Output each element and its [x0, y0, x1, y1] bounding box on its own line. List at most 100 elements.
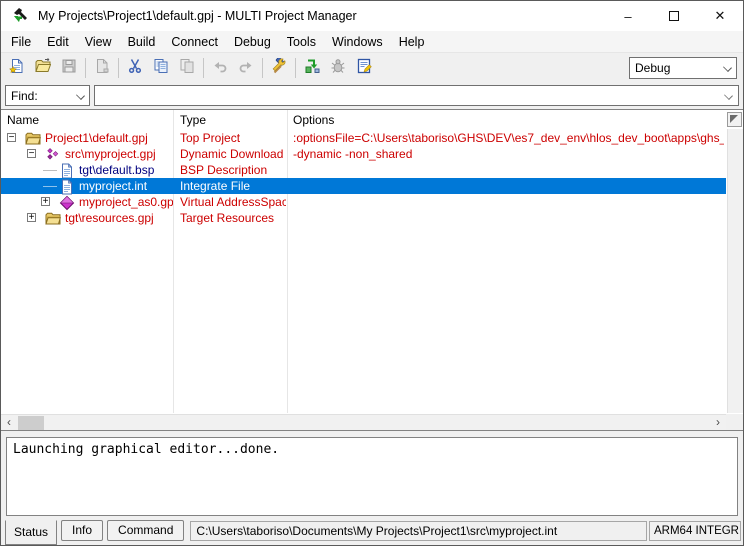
- tree-cell-type: Virtual AddressSpace: [180, 194, 286, 210]
- toolbar-separator: [85, 58, 86, 78]
- collapse-toggle-icon[interactable]: −: [27, 149, 36, 158]
- find-label: Find:: [11, 89, 38, 103]
- cut-button[interactable]: [122, 56, 148, 80]
- tree-cell-name: Project1\default.gpj: [45, 130, 173, 146]
- download-icon: [304, 58, 320, 79]
- tab-status[interactable]: Status: [5, 520, 57, 545]
- app-logo-icon: [10, 6, 30, 26]
- toolbar-separator: [262, 58, 263, 78]
- paste-icon: [179, 58, 195, 79]
- download-button[interactable]: [299, 56, 325, 80]
- tree-row[interactable]: −Project1\default.gpjTop Project:options…: [1, 130, 726, 146]
- vertical-scrollbar[interactable]: [727, 129, 743, 413]
- find-bar: Find:: [1, 82, 743, 109]
- menu-file[interactable]: File: [3, 32, 39, 52]
- save-icon: [61, 58, 77, 79]
- new-file-button[interactable]: [4, 56, 30, 80]
- redo-icon: [238, 58, 254, 79]
- tree-connector-line: [43, 186, 57, 187]
- redo-button: [233, 56, 259, 80]
- chevron-down-icon: [723, 63, 732, 72]
- tree-cell-type: Dynamic Download: [180, 146, 286, 162]
- debug-button: [325, 56, 351, 80]
- tree-cell-name: myproject.int: [79, 178, 173, 194]
- menu-build[interactable]: Build: [120, 32, 164, 52]
- tree-header: Name Type Options: [1, 110, 726, 130]
- tree-row[interactable]: tgt\default.bsp BSP Description: [1, 162, 726, 178]
- window-controls: – ✕: [605, 1, 743, 31]
- tree-options-button[interactable]: [727, 112, 742, 127]
- close-button[interactable]: ✕: [697, 1, 743, 31]
- tree-row[interactable]: +myproject_as0.gpjVirtual AddressSpace: [1, 194, 726, 210]
- scrollbar-corner: [726, 414, 743, 430]
- maximize-button[interactable]: [651, 1, 697, 31]
- menu-bar: FileEditViewBuildConnectDebugToolsWindow…: [1, 31, 743, 53]
- horizontal-scrollbar[interactable]: ‹ ›: [1, 414, 726, 430]
- diamond-icon: [59, 195, 74, 209]
- status-platform: ARM64 INTEGRITY: [649, 521, 741, 541]
- open-editor-button[interactable]: [351, 56, 377, 80]
- tree-cell-type: Integrate File: [180, 178, 286, 194]
- save-button: [56, 56, 82, 80]
- scrollbar-thumb[interactable]: [18, 416, 44, 430]
- cut-icon: [127, 58, 143, 79]
- title-bar: My Projects\Project1\default.gpj - MULTI…: [1, 1, 743, 31]
- tree-row[interactable]: + tgt\resources.gpj Target Resources: [1, 210, 726, 226]
- minimize-button[interactable]: –: [605, 1, 651, 31]
- tree-cell-options: -dynamic -non_shared: [293, 146, 724, 162]
- menu-help[interactable]: Help: [391, 32, 433, 52]
- bug-icon: [330, 58, 346, 79]
- tree-connector-line: [43, 170, 57, 171]
- copy-icon: [153, 58, 169, 79]
- tree-row[interactable]: −src\myproject.gpjDynamic Download-dynam…: [1, 146, 726, 162]
- column-header-type[interactable]: Type: [180, 113, 206, 127]
- tree-cell-type: Target Resources: [180, 210, 286, 226]
- toolbar-separator: [295, 58, 296, 78]
- undo-icon: [212, 58, 228, 79]
- menu-tools[interactable]: Tools: [279, 32, 324, 52]
- menu-edit[interactable]: Edit: [39, 32, 77, 52]
- expand-toggle-icon[interactable]: +: [27, 213, 36, 222]
- folder-icon: [45, 211, 60, 225]
- toolbar-buttons: [4, 56, 377, 80]
- menu-connect[interactable]: Connect: [163, 32, 226, 52]
- folder-icon: [25, 131, 40, 145]
- copy-button[interactable]: [148, 56, 174, 80]
- menu-debug[interactable]: Debug: [226, 32, 279, 52]
- tree-cell-name: tgt\default.bsp: [79, 162, 173, 178]
- editor-icon: [356, 58, 372, 79]
- dynamic-icon: [45, 147, 60, 161]
- tab-info[interactable]: Info: [61, 520, 103, 541]
- open-project-button[interactable]: [30, 56, 56, 80]
- output-log[interactable]: Launching graphical editor...done.: [6, 437, 738, 516]
- triangle-icon: [730, 115, 738, 123]
- open-icon: [35, 58, 51, 79]
- tab-command[interactable]: Command: [107, 520, 184, 541]
- tree-cell-options: :optionsFile=C:\Users\taboriso\GHS\DEV\e…: [293, 130, 724, 146]
- file-icon: [59, 179, 74, 193]
- find-input[interactable]: [94, 85, 739, 106]
- menu-view[interactable]: View: [77, 32, 120, 52]
- tree-row[interactable]: myproject.int Integrate File: [1, 178, 726, 194]
- build-button[interactable]: [266, 56, 292, 80]
- chevron-down-icon: [76, 91, 85, 100]
- new-icon: [9, 58, 25, 79]
- toolbar: Debug: [1, 54, 743, 82]
- bottom-tabs: StatusInfoCommand: [5, 517, 188, 545]
- expand-toggle-icon[interactable]: +: [41, 197, 50, 206]
- window-title: My Projects\Project1\default.gpj - MULTI…: [38, 9, 357, 23]
- tree-cell-type: BSP Description: [180, 162, 286, 178]
- column-header-name[interactable]: Name: [7, 113, 39, 127]
- status-path: C:\Users\taboriso\Documents\My Projects\…: [190, 521, 647, 541]
- menu-windows[interactable]: Windows: [324, 32, 391, 52]
- tree-cell-name: tgt\resources.gpj: [65, 210, 173, 226]
- collapse-toggle-icon[interactable]: −: [7, 133, 16, 142]
- undo-button: [207, 56, 233, 80]
- save-all-button: [89, 56, 115, 80]
- scroll-left-arrow[interactable]: ‹: [1, 415, 17, 431]
- column-header-options[interactable]: Options: [293, 113, 334, 127]
- app-window: My Projects\Project1\default.gpj - MULTI…: [0, 0, 744, 546]
- scroll-right-arrow[interactable]: ›: [710, 415, 726, 431]
- find-mode-select[interactable]: Find:: [5, 85, 90, 106]
- build-config-select[interactable]: Debug: [629, 57, 737, 79]
